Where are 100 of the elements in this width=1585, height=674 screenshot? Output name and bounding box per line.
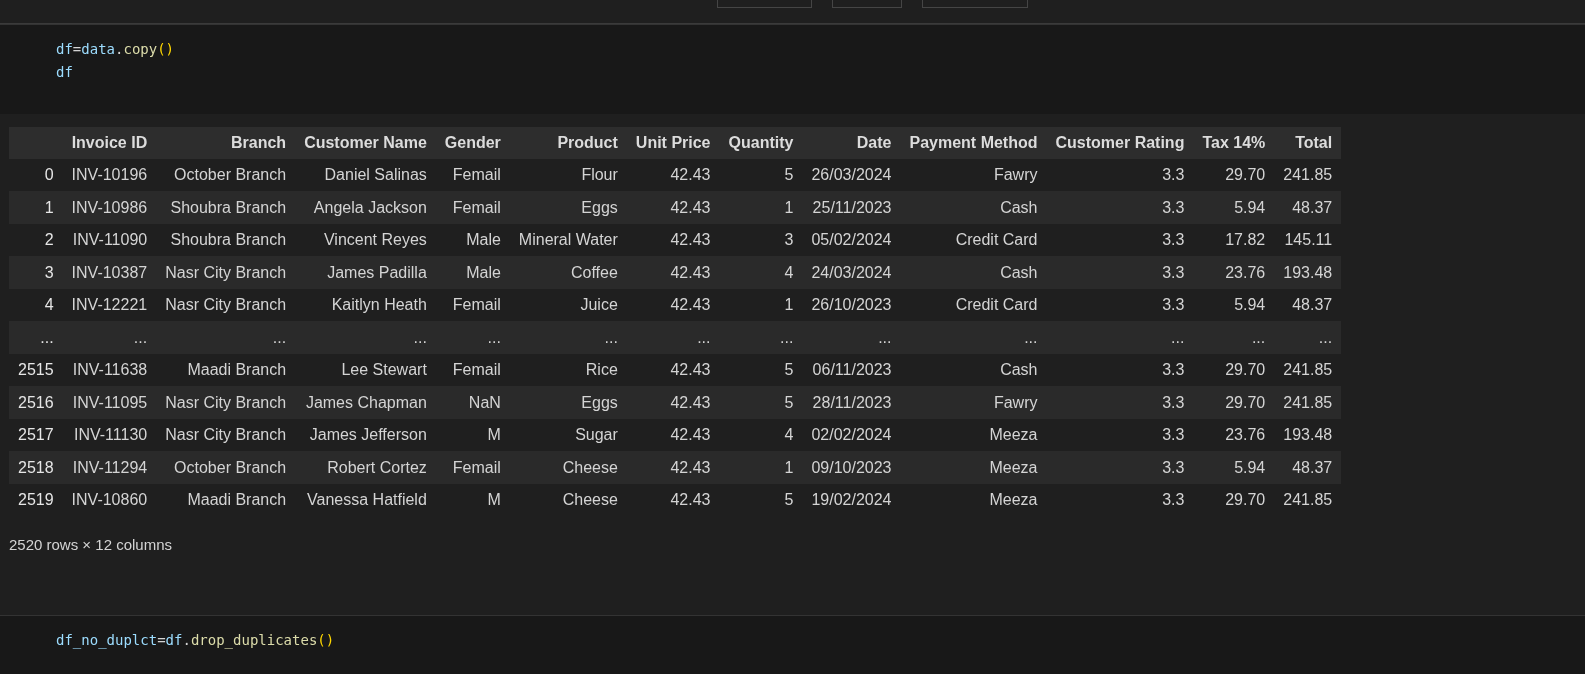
table-cell: 4 bbox=[719, 256, 803, 289]
column-header: Customer Name bbox=[295, 126, 436, 159]
column-header: Product bbox=[509, 126, 627, 159]
table-cell: 42.43 bbox=[626, 256, 720, 289]
row-index: 2515 bbox=[9, 353, 63, 387]
table-cell: 3.3 bbox=[1046, 418, 1194, 452]
table-cell: 17.82 bbox=[1193, 223, 1275, 257]
table-cell: Daniel Salinas bbox=[295, 158, 436, 192]
table-cell: 3.3 bbox=[1046, 483, 1194, 517]
column-header: Quantity bbox=[719, 126, 803, 159]
table-cell: 5 bbox=[719, 158, 803, 192]
table-cell: 42.43 bbox=[626, 353, 720, 387]
table-cell: 42.43 bbox=[626, 223, 720, 257]
table-cell: 29.70 bbox=[1193, 483, 1275, 517]
table-cell: Sugar bbox=[509, 418, 627, 452]
table-cell: Maadi Branch bbox=[156, 483, 296, 517]
table-cell: INV-11090 bbox=[62, 223, 157, 257]
table-cell: Credit Card bbox=[900, 288, 1047, 322]
table-cell: 1 bbox=[719, 451, 803, 484]
column-header: Tax 14% bbox=[1193, 126, 1275, 159]
table-cell: Male bbox=[435, 256, 510, 289]
table-cell: 26/03/2024 bbox=[802, 158, 901, 192]
code-cell[interactable]: df_no_duplct=df.drop_duplicates() bbox=[0, 614, 1585, 674]
row-index: 2516 bbox=[9, 386, 63, 419]
row-index: 4 bbox=[9, 288, 63, 322]
table-cell: 05/02/2024 bbox=[802, 223, 901, 257]
table-cell: Vincent Reyes bbox=[295, 223, 436, 257]
table-cell: INV-11095 bbox=[62, 386, 157, 419]
table-cell: Male bbox=[435, 223, 510, 257]
column-header: Date bbox=[802, 126, 901, 159]
table-cell: 3.3 bbox=[1046, 288, 1194, 322]
table-cell: 23.76 bbox=[1193, 418, 1275, 452]
table-cell: 42.43 bbox=[626, 386, 720, 419]
table-cell: 5.94 bbox=[1193, 451, 1275, 484]
table-cell: INV-11130 bbox=[62, 418, 157, 452]
table-cell: 3.3 bbox=[1046, 191, 1194, 224]
table-cell: NaN bbox=[435, 386, 510, 419]
table-cell: INV-10986 bbox=[62, 191, 157, 224]
table-cell: 3.3 bbox=[1046, 223, 1194, 257]
table-cell: 25/11/2023 bbox=[802, 191, 901, 224]
table-cell: 241.85 bbox=[1274, 483, 1342, 517]
table-cell: ... bbox=[900, 321, 1047, 354]
table-cell: 06/11/2023 bbox=[802, 353, 901, 387]
table-cell: INV-10196 bbox=[62, 158, 157, 192]
table-cell: Cash bbox=[900, 353, 1047, 387]
table-cell: 241.85 bbox=[1274, 386, 1342, 419]
table-cell: 42.43 bbox=[626, 288, 720, 322]
table-cell: 5 bbox=[719, 483, 803, 517]
toolbar-button[interactable] bbox=[717, 0, 812, 8]
table-cell: 42.43 bbox=[626, 483, 720, 517]
table-cell: ... bbox=[156, 321, 296, 354]
table-cell: 23.76 bbox=[1193, 256, 1275, 289]
toolbar-button[interactable] bbox=[922, 0, 1028, 8]
table-cell: 42.43 bbox=[626, 451, 720, 484]
table-cell: 29.70 bbox=[1193, 353, 1275, 387]
table-cell: Cheese bbox=[509, 483, 627, 517]
row-index: ... bbox=[9, 321, 63, 354]
table-cell: October Branch bbox=[156, 158, 296, 192]
column-header: Payment Method bbox=[900, 126, 1047, 159]
table-cell: ... bbox=[509, 321, 627, 354]
table-cell: Angela Jackson bbox=[295, 191, 436, 224]
table-cell: 3 bbox=[719, 223, 803, 257]
table-cell: Kaitlyn Heath bbox=[295, 288, 436, 322]
table-cell: M bbox=[435, 483, 510, 517]
table-cell: 48.37 bbox=[1274, 288, 1342, 322]
table-cell: Femail bbox=[435, 451, 510, 484]
row-index: 2 bbox=[9, 223, 63, 257]
row-index: 3 bbox=[9, 256, 63, 289]
table-cell: 241.85 bbox=[1274, 353, 1342, 387]
table-cell: Fawry bbox=[900, 386, 1047, 419]
row-index: 2518 bbox=[9, 451, 63, 484]
table-cell: INV-12221 bbox=[62, 288, 157, 322]
table-cell: Meeza bbox=[900, 418, 1047, 452]
table-cell: Nasr City Branch bbox=[156, 418, 296, 452]
table-cell: Robert Cortez bbox=[295, 451, 436, 484]
toolbar-button[interactable] bbox=[832, 0, 902, 8]
table-cell: Rice bbox=[509, 353, 627, 387]
table-cell: INV-10860 bbox=[62, 483, 157, 517]
code-line: df_no_duplct=df.drop_duplicates() bbox=[56, 630, 336, 651]
table-cell: Vanessa Hatfield bbox=[295, 483, 436, 517]
table-cell: 19/02/2024 bbox=[802, 483, 901, 517]
table-cell: 3.3 bbox=[1046, 158, 1194, 192]
table-cell: James Chapman bbox=[295, 386, 436, 419]
table-cell: 48.37 bbox=[1274, 451, 1342, 484]
table-cell: James Jefferson bbox=[295, 418, 436, 452]
row-index: 2517 bbox=[9, 418, 63, 452]
table-cell: 42.43 bbox=[626, 191, 720, 224]
table-cell: Credit Card bbox=[900, 223, 1047, 257]
table-cell: 241.85 bbox=[1274, 158, 1342, 192]
code-cell[interactable]: df=data.copy() df bbox=[0, 23, 1585, 114]
table-cell: ... bbox=[719, 321, 803, 354]
table-cell: 193.48 bbox=[1274, 418, 1342, 452]
table-cell: 145.11 bbox=[1274, 223, 1342, 257]
table-cell: 26/10/2023 bbox=[802, 288, 901, 322]
table-cell: 5.94 bbox=[1193, 288, 1275, 322]
column-header: Total bbox=[1274, 126, 1342, 159]
table-cell: 29.70 bbox=[1193, 158, 1275, 192]
table-cell: Juice bbox=[509, 288, 627, 322]
table-cell: Eggs bbox=[509, 386, 627, 419]
code-line: df bbox=[56, 62, 74, 82]
